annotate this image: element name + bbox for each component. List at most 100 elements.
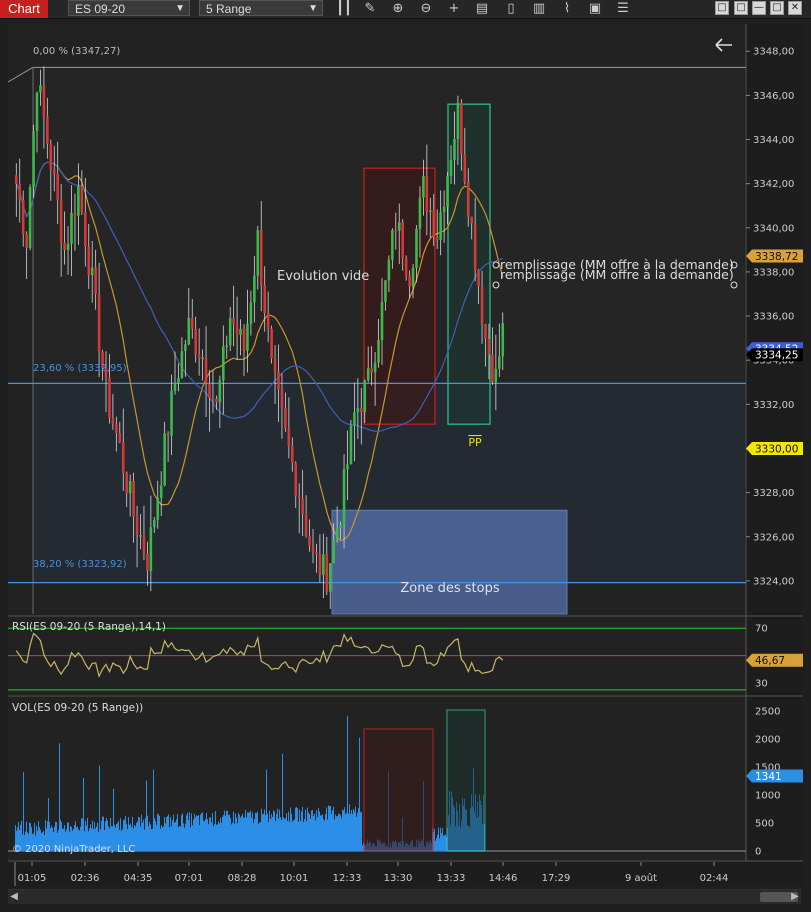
volume-bar[interactable]: [246, 817, 247, 851]
volume-bar[interactable]: [222, 816, 223, 851]
candle[interactable]: [228, 318, 232, 346]
volume-bar[interactable]: [284, 819, 285, 851]
volume-bar[interactable]: [291, 813, 292, 851]
volume-bar[interactable]: [225, 815, 226, 851]
volume-bar[interactable]: [141, 814, 142, 851]
candle[interactable]: [170, 390, 173, 436]
volume-bar[interactable]: [274, 811, 275, 851]
volume-bar[interactable]: [273, 810, 274, 851]
volume-bar[interactable]: [282, 753, 283, 851]
candle[interactable]: [356, 408, 360, 413]
candle[interactable]: [28, 187, 32, 248]
volume-bar[interactable]: [316, 810, 317, 851]
candle[interactable]: [56, 173, 59, 201]
candle[interactable]: [401, 222, 404, 259]
volume-bar[interactable]: [318, 808, 319, 851]
candle[interactable]: [432, 210, 436, 237]
candle[interactable]: [349, 425, 353, 465]
volume-bar[interactable]: [333, 806, 334, 851]
volume-bar[interactable]: [338, 813, 339, 851]
candle[interactable]: [311, 546, 315, 553]
volume-bar[interactable]: [270, 818, 271, 851]
volume-bar[interactable]: [185, 823, 186, 851]
candle[interactable]: [125, 472, 128, 494]
volume-bar[interactable]: [23, 772, 24, 851]
candle[interactable]: [377, 339, 380, 363]
candle[interactable]: [52, 169, 56, 174]
volume-bar[interactable]: [311, 810, 312, 851]
candle[interactable]: [139, 535, 142, 537]
volume-bar[interactable]: [177, 814, 178, 851]
volume-bar[interactable]: [216, 824, 217, 851]
volume-bar[interactable]: [146, 780, 147, 851]
candle[interactable]: [256, 230, 260, 276]
volume-bar[interactable]: [445, 834, 446, 851]
candle[interactable]: [156, 497, 160, 520]
volume-green-box[interactable]: [446, 709, 486, 852]
volume-bar[interactable]: [286, 813, 287, 851]
volume-bar[interactable]: [335, 814, 336, 851]
candle[interactable]: [408, 275, 411, 287]
candle[interactable]: [318, 554, 322, 575]
volume-bar[interactable]: [317, 817, 318, 851]
candle[interactable]: [287, 428, 291, 447]
candle[interactable]: [42, 85, 46, 117]
candle[interactable]: [21, 199, 25, 235]
scroll-right-icon[interactable]: ▶: [789, 890, 801, 904]
candle[interactable]: [446, 176, 449, 207]
volume-bar[interactable]: [290, 807, 291, 851]
volume-bar[interactable]: [437, 834, 438, 851]
candle[interactable]: [132, 480, 135, 517]
candle[interactable]: [77, 185, 80, 216]
volume-bar[interactable]: [217, 824, 218, 851]
candle[interactable]: [194, 328, 197, 355]
volume-bar[interactable]: [256, 813, 257, 851]
candle[interactable]: [308, 535, 311, 547]
volume-bar[interactable]: [145, 817, 146, 851]
volume-bar[interactable]: [434, 828, 435, 851]
volume-bar[interactable]: [308, 812, 309, 851]
volume-bar[interactable]: [258, 823, 259, 851]
volume-bar[interactable]: [443, 835, 444, 851]
volume-bar[interactable]: [341, 818, 342, 851]
volume-bar[interactable]: [330, 805, 331, 851]
volume-bar[interactable]: [209, 817, 210, 851]
candle[interactable]: [284, 408, 287, 429]
candle[interactable]: [266, 313, 270, 329]
volume-bar[interactable]: [295, 807, 296, 851]
volume-bar[interactable]: [310, 818, 311, 851]
volume-bar[interactable]: [227, 810, 228, 851]
candle[interactable]: [435, 236, 439, 240]
candle[interactable]: [294, 463, 298, 496]
candle[interactable]: [135, 516, 139, 536]
volume-bar[interactable]: [191, 813, 192, 851]
volume-bar[interactable]: [212, 813, 213, 851]
volume-bar[interactable]: [298, 821, 299, 851]
volume-bar[interactable]: [272, 816, 273, 851]
candle[interactable]: [184, 344, 187, 352]
candle[interactable]: [366, 368, 370, 381]
volume-bar[interactable]: [160, 828, 161, 851]
volume-bar[interactable]: [336, 816, 337, 851]
candle[interactable]: [63, 242, 66, 250]
candle[interactable]: [418, 197, 422, 229]
candle[interactable]: [463, 154, 467, 183]
volume-bar[interactable]: [183, 823, 184, 851]
volume-bar[interactable]: [331, 813, 332, 851]
volume-bar[interactable]: [301, 811, 302, 851]
volume-bar[interactable]: [59, 743, 60, 851]
volume-bar[interactable]: [230, 818, 231, 851]
volume-bar[interactable]: [237, 823, 238, 851]
volume-bar[interactable]: [215, 811, 216, 851]
volume-bar[interactable]: [360, 811, 361, 851]
volume-bar[interactable]: [293, 820, 294, 851]
volume-bar[interactable]: [266, 769, 267, 851]
volume-bar[interactable]: [287, 821, 288, 851]
volume-bar[interactable]: [189, 812, 190, 851]
candle[interactable]: [94, 267, 97, 294]
volume-bar[interactable]: [166, 817, 167, 851]
candle[interactable]: [190, 317, 194, 329]
candle[interactable]: [425, 175, 429, 212]
volume-bar[interactable]: [251, 817, 252, 851]
candle[interactable]: [494, 368, 498, 382]
